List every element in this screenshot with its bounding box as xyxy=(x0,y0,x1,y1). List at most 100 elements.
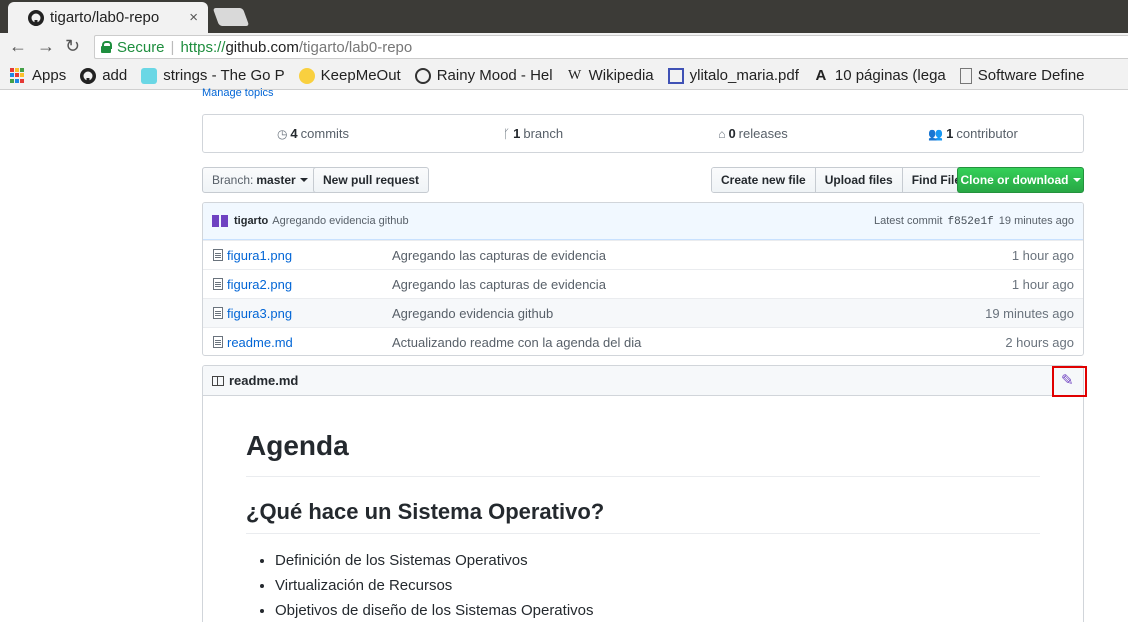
releases-count: 0 xyxy=(728,126,736,141)
pencil-edit-icon[interactable]: ✎ xyxy=(1061,371,1074,389)
bookmark-software-define[interactable]: Software Define xyxy=(959,67,1085,84)
bookmark-label: Software Define xyxy=(977,67,1085,84)
bookmark-label: Rainy Mood - Hel xyxy=(436,67,553,84)
bookmark-rainymood[interactable]: Rainy Mood - Hel xyxy=(414,67,553,84)
url-scheme: https:// xyxy=(180,38,226,56)
github-icon xyxy=(80,67,97,84)
file-name-link[interactable]: figura1.png xyxy=(227,248,392,263)
commits-summary[interactable]: ◷ 4 commits xyxy=(203,115,423,152)
bookmark-label: add xyxy=(102,67,128,84)
list-item: Definición de los Sistemas Operativos xyxy=(275,548,1040,573)
bookmark-label: 10 páginas (lega xyxy=(834,67,946,84)
commit-author[interactable]: tigarto xyxy=(234,215,268,227)
file-icon xyxy=(213,249,223,261)
file-name-link[interactable]: readme.md xyxy=(227,335,392,350)
bookmarks-bar: Apps add strings - The Go P KeepMeOut Ra… xyxy=(0,62,1128,90)
file-icon xyxy=(213,336,223,348)
caret-down-icon xyxy=(1072,178,1081,182)
avatar[interactable] xyxy=(212,215,228,227)
upload-files-button[interactable]: Upload files xyxy=(815,168,903,192)
file-age: 19 minutes ago xyxy=(985,305,1074,321)
commits-count: 4 xyxy=(290,126,298,141)
gopher-icon xyxy=(141,67,158,84)
bookmark-label: Wikipedia xyxy=(588,67,654,84)
manage-topics-link[interactable]: Manage topics xyxy=(202,87,274,99)
forward-arrow-icon[interactable]: → xyxy=(37,36,55,57)
history-icon: ◷ xyxy=(276,126,288,141)
bookmark-ylitalo[interactable]: ylitalo_maria.pdf xyxy=(667,67,799,84)
bookmark-label: KeepMeOut xyxy=(320,67,401,84)
commit-age: 19 minutes ago xyxy=(998,214,1074,227)
latest-commit-info: Latest commit f852e1f 19 minutes ago xyxy=(874,215,1074,228)
browser-tab[interactable]: tigarto/lab0-repo × xyxy=(8,2,208,33)
commit-sha[interactable]: f852e1f xyxy=(948,216,994,228)
file-name-link[interactable]: figura2.png xyxy=(227,277,392,292)
bookmark-label: ylitalo_maria.pdf xyxy=(689,67,799,84)
branch-summary[interactable]: ᚴ 1 branch xyxy=(423,115,643,152)
readme-heading: Agenda xyxy=(246,430,1040,477)
file-age: 1 hour ago xyxy=(1011,276,1074,292)
file-commit-message[interactable]: Agregando las capturas de evidencia xyxy=(392,277,1012,292)
branch-count: 1 xyxy=(513,126,521,141)
bookmark-10paginas[interactable]: A 10 páginas (lega xyxy=(813,66,946,84)
letter-a-icon: A xyxy=(815,66,827,84)
secure-label: Secure xyxy=(117,38,165,56)
address-separator: | xyxy=(170,38,175,56)
bookmark-strings[interactable]: strings - The Go P xyxy=(141,67,285,84)
wikipedia-icon: W xyxy=(568,67,582,83)
raindrop-icon xyxy=(414,67,431,84)
releases-label: releases xyxy=(738,126,788,141)
file-icon xyxy=(213,307,223,319)
commits-label: commits xyxy=(300,126,350,141)
table-row: figura3.png Agregando evidencia github 1… xyxy=(203,298,1083,327)
file-name-link[interactable]: figura3.png xyxy=(227,306,392,321)
file-table: tigarto Agregando evidencia github Lates… xyxy=(202,202,1084,356)
contributor-label: contributor xyxy=(956,126,1018,141)
apps-icon xyxy=(10,67,26,84)
back-arrow-icon[interactable]: ← xyxy=(9,36,27,57)
latest-commit-bar: tigarto Agregando evidencia github Lates… xyxy=(203,203,1083,240)
commit-message[interactable]: Agregando evidencia github xyxy=(272,215,408,227)
bookmark-keepmeout[interactable]: KeepMeOut xyxy=(298,67,401,84)
book-icon xyxy=(212,375,224,386)
bookmark-apps[interactable]: Apps xyxy=(10,67,66,84)
smiley-icon xyxy=(298,67,315,84)
tag-icon: ⌂ xyxy=(718,126,726,141)
browser-tab-bar: tigarto/lab0-repo × xyxy=(0,0,1128,33)
latest-commit-prefix: Latest commit xyxy=(873,214,943,227)
new-pull-request-button[interactable]: New pull request xyxy=(313,167,430,193)
list-item: Virtualización de Recursos xyxy=(275,573,1040,598)
bookmark-label: Apps xyxy=(32,67,67,84)
list-item: Objetivos de diseño de los Sistemas Oper… xyxy=(275,598,1040,622)
readme-header: readme.md xyxy=(203,366,1083,396)
contributor-count: 1 xyxy=(946,126,954,141)
file-commit-message[interactable]: Actualizando readme con la agenda del di… xyxy=(392,335,1005,350)
address-bar[interactable]: Secure | https:// github.com /tigarto/la… xyxy=(94,35,1128,59)
file-commit-message[interactable]: Agregando las capturas de evidencia xyxy=(392,248,1012,263)
bookmark-wikipedia[interactable]: W Wikipedia xyxy=(567,67,654,84)
create-new-file-button[interactable]: Create new file xyxy=(712,168,816,192)
people-icon: 👥 xyxy=(928,126,944,141)
reload-icon[interactable]: ↻ xyxy=(65,36,80,57)
branch-select-button[interactable]: Branch: master xyxy=(202,167,318,193)
file-actions-group: Create new file Upload files Find File xyxy=(711,167,972,193)
bookmark-add[interactable]: add xyxy=(80,67,127,84)
page-icon xyxy=(959,67,972,84)
readme-list: Definición de los Sistemas Operativos Vi… xyxy=(246,548,1040,622)
contributors-summary[interactable]: 👥 1 contributor xyxy=(863,115,1083,152)
new-tab-button[interactable] xyxy=(212,8,250,26)
file-commit-message[interactable]: Agregando evidencia github xyxy=(392,306,985,321)
bookmark-label: strings - The Go P xyxy=(163,67,285,84)
github-icon xyxy=(28,9,44,26)
readme-filename: readme.md xyxy=(229,373,299,388)
document-icon xyxy=(667,67,684,84)
browser-toolbar: ← → ↻ Secure | https:// github.com /tiga… xyxy=(0,33,1128,62)
readme-subheading: ¿Qué hace un Sistema Operativo? xyxy=(246,499,1040,534)
clone-label: Clone or download xyxy=(960,173,1069,187)
releases-summary[interactable]: ⌂ 0 releases xyxy=(643,115,863,152)
file-age: 2 hours ago xyxy=(1005,334,1074,350)
table-row: figura2.png Agregando las capturas de ev… xyxy=(203,269,1083,298)
table-row: readme.md Actualizando readme con la age… xyxy=(203,327,1083,355)
clone-or-download-button[interactable]: Clone or download xyxy=(957,167,1084,193)
close-tab-icon[interactable]: × xyxy=(189,9,198,26)
